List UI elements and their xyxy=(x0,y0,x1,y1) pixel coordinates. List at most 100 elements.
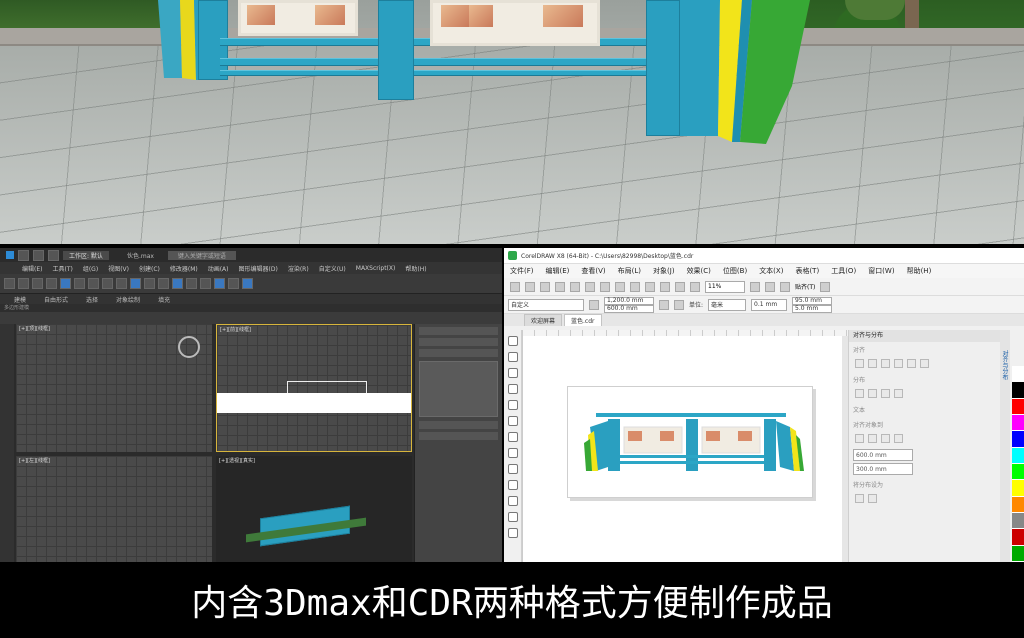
menu-item[interactable]: 布局(L) xyxy=(618,266,641,276)
units-select[interactable]: 毫米 xyxy=(708,298,747,311)
publish-pdf-icon[interactable] xyxy=(690,281,700,292)
undo-icon[interactable] xyxy=(615,281,625,292)
rotate-icon[interactable] xyxy=(102,278,113,289)
side-tab[interactable]: 对齐与分布 xyxy=(1000,350,1009,380)
shape-tool-icon[interactable] xyxy=(507,352,518,362)
redo-icon[interactable] xyxy=(18,278,29,289)
menu-item[interactable]: 渲染(R) xyxy=(288,264,309,273)
angle-snap-icon[interactable] xyxy=(144,278,155,289)
rectangle-tool-icon[interactable] xyxy=(507,432,518,442)
command-panel-tabs[interactable] xyxy=(419,327,498,335)
align-center-icon[interactable] xyxy=(868,359,877,368)
connector-tool-icon[interactable] xyxy=(507,512,518,522)
search-input[interactable]: 键入关键字或短语 xyxy=(167,250,236,260)
align-middle-icon[interactable] xyxy=(907,359,916,368)
align-top-icon[interactable] xyxy=(894,359,903,368)
paste-icon[interactable] xyxy=(600,281,610,292)
menu-item[interactable]: 帮助(H) xyxy=(405,264,426,273)
menu-item[interactable]: 工具(O) xyxy=(831,266,856,276)
align-y-field[interactable]: 300.0 mm xyxy=(853,463,913,475)
cut-icon[interactable] xyxy=(570,281,580,292)
render-setup-icon[interactable] xyxy=(228,278,239,289)
palette-swatch[interactable] xyxy=(1012,366,1024,383)
menu-item[interactable]: 表格(T) xyxy=(795,266,819,276)
menu-item[interactable]: 窗口(W) xyxy=(868,266,894,276)
nudge-distance[interactable]: 0.1 mm xyxy=(751,298,788,311)
viewport-perspective[interactable]: [+][透视][真实] xyxy=(216,456,412,562)
save-icon[interactable] xyxy=(48,249,59,261)
distribute-to-icon[interactable] xyxy=(868,494,877,503)
zoom-tool-icon[interactable] xyxy=(507,384,518,394)
tab-welcome[interactable]: 欢迎屏幕 xyxy=(524,314,563,326)
palette-swatch[interactable] xyxy=(1012,496,1024,513)
viewport-front[interactable]: [+][前][线框] xyxy=(216,324,412,452)
palette-swatch[interactable] xyxy=(1012,431,1024,448)
object-type-row[interactable] xyxy=(419,338,498,346)
snap-to-button[interactable]: 贴齐(T) xyxy=(795,282,815,291)
viewport-left[interactable]: [+][左][线框] xyxy=(16,456,212,562)
palette-swatch[interactable] xyxy=(1012,414,1024,432)
distribute-icon[interactable] xyxy=(881,389,890,398)
link-icon[interactable] xyxy=(32,278,43,289)
save-icon[interactable] xyxy=(540,281,550,292)
menu-item[interactable]: 自定义(U) xyxy=(319,264,346,273)
menu-item[interactable]: 编辑(E) xyxy=(22,264,42,273)
align-x-field[interactable]: 600.0 mm xyxy=(853,449,913,461)
open-icon[interactable] xyxy=(33,249,44,261)
align-left-icon[interactable] xyxy=(855,359,864,368)
grid-icon[interactable] xyxy=(780,281,790,292)
mirror-icon[interactable] xyxy=(158,278,169,289)
menu-item[interactable]: 创建(C) xyxy=(139,264,160,273)
workspace-select[interactable]: 工作区: 默认 xyxy=(63,250,109,260)
options-gear-icon[interactable] xyxy=(820,281,831,292)
drawing-canvas[interactable] xyxy=(522,336,848,562)
palette-swatch[interactable] xyxy=(1012,545,1024,562)
print-icon[interactable] xyxy=(555,281,565,292)
align-bottom-icon[interactable] xyxy=(920,359,929,368)
align-icon[interactable] xyxy=(172,278,183,289)
menu-item[interactable]: 视图(V) xyxy=(108,264,129,273)
snap-icon[interactable] xyxy=(130,278,141,289)
unlink-icon[interactable] xyxy=(46,278,57,289)
select-by-name-icon[interactable] xyxy=(74,278,85,289)
page-height[interactable]: 600.0 mm xyxy=(604,304,654,313)
export-icon[interactable] xyxy=(675,281,685,292)
page-preset-select[interactable]: 自定义 xyxy=(508,298,584,311)
menu-item[interactable]: 效果(C) xyxy=(687,266,711,276)
align-to-icon[interactable] xyxy=(868,434,877,443)
text-tool-icon[interactable] xyxy=(507,480,518,490)
zoom-level[interactable]: 11% xyxy=(705,280,745,293)
pick-tool-icon[interactable] xyxy=(507,336,518,346)
viewport-top[interactable]: [+][顶][线框] xyxy=(16,324,212,452)
rulers-icon[interactable] xyxy=(765,281,775,292)
align-to-icon[interactable] xyxy=(894,434,903,443)
menu-item[interactable]: 查看(V) xyxy=(581,266,605,276)
portrait-icon[interactable] xyxy=(589,299,599,310)
landscape-icon[interactable] xyxy=(659,299,669,310)
ribbon-tab[interactable]: 自由形式 xyxy=(44,295,68,304)
ribbon-tab[interactable]: 填充 xyxy=(158,295,170,304)
align-right-icon[interactable] xyxy=(881,359,890,368)
import-icon[interactable] xyxy=(660,281,670,292)
open-icon[interactable] xyxy=(525,281,535,292)
menu-item[interactable]: 位图(B) xyxy=(723,266,747,276)
polygon-tool-icon[interactable] xyxy=(507,464,518,474)
artistic-media-icon[interactable] xyxy=(507,416,518,426)
tab-document[interactable]: 蓝色.cdr xyxy=(564,314,602,326)
drop-shadow-icon[interactable] xyxy=(507,528,518,538)
palette-swatch[interactable] xyxy=(1012,463,1024,481)
page-width[interactable]: 1,200.0 mm xyxy=(604,296,654,305)
duplicate-y[interactable]: 5.0 mm xyxy=(792,304,833,313)
parallel-dimension-icon[interactable] xyxy=(507,496,518,506)
palette-swatch[interactable] xyxy=(1012,512,1024,530)
duplicate-x[interactable]: 95.0 mm xyxy=(792,296,833,305)
palette-swatch[interactable] xyxy=(1012,480,1024,497)
menu-item[interactable]: 修改器(M) xyxy=(170,264,198,273)
menu-item[interactable]: 动画(A) xyxy=(208,264,229,273)
move-icon[interactable] xyxy=(88,278,99,289)
copy-icon[interactable] xyxy=(585,281,595,292)
new-icon[interactable] xyxy=(18,249,29,261)
modifier-stack[interactable] xyxy=(419,421,498,429)
render-icon[interactable] xyxy=(242,278,253,289)
select-icon[interactable] xyxy=(60,278,71,289)
